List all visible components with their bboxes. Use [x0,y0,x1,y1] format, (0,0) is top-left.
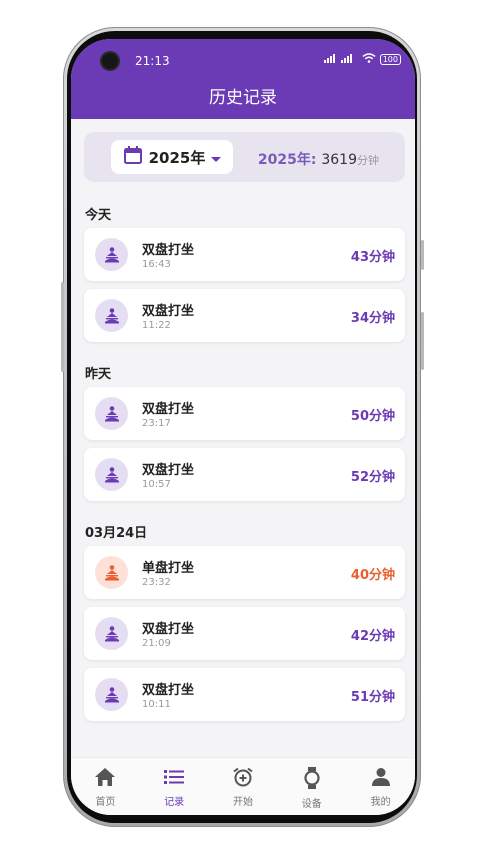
tab-records[interactable]: 记录 [140,758,209,815]
record-card[interactable]: 双盘打坐 11:22 34分钟 [84,289,405,342]
record-card[interactable]: 双盘打坐 10:11 51分钟 [84,668,405,721]
record-card[interactable]: 双盘打坐 21:09 42分钟 [84,607,405,660]
volume-button [61,282,64,372]
tab-start-label: 开始 [232,797,253,808]
record-card[interactable]: 单盘打坐 23:32 40分钟 [84,546,405,599]
tab-home-label: 首页 [95,797,116,808]
dropdown-arrow-icon [211,148,222,167]
signal-icon [323,53,358,66]
meditation-icon [95,238,128,271]
record-time: 10:57 [142,479,171,490]
record-card[interactable]: 双盘打坐 23:17 50分钟 [84,387,405,440]
tab-device-label: 设备 [301,799,322,810]
record-duration: 34分钟 [350,311,395,326]
record-time: 16:43 [142,259,171,270]
meditation-icon [95,458,128,491]
year-selector[interactable]: 2025年 [111,140,233,174]
record-name: 双盘打坐 [142,304,195,319]
meditation-icon [95,556,128,589]
record-name: 双盘打坐 [142,683,195,698]
tab-mine-label: 我的 [370,797,391,808]
record-time: 10:11 [142,699,171,710]
record-duration: 52分钟 [350,470,395,485]
record-duration: 43分钟 [350,250,395,265]
year-total-label: 2025年: [257,152,317,168]
status-icons: 100 [323,53,401,66]
tab-records-label: 记录 [164,797,185,808]
bottom-tab-bar: 首页 记录 开始 设备 我的 [71,757,415,815]
group-header-yesterday: 昨天 [85,367,112,382]
filter-bar: 2025年 2025年: 3619分钟 [84,132,405,182]
year-total: 2025年: 3619分钟 [258,149,379,169]
group-header-today: 今天 [85,208,112,223]
record-name: 双盘打坐 [142,402,195,417]
meditation-icon [95,299,128,332]
page-title: 历史记录 [209,88,277,108]
record-duration: 42分钟 [350,629,395,644]
top-bar: 21:13 100 历史记录 [71,39,415,119]
year-total-unit: 分钟 [357,154,379,167]
status-time: 21:13 [135,54,170,68]
record-time: 21:09 [142,638,171,649]
meditation-icon [95,397,128,430]
record-duration: 50分钟 [350,409,395,424]
record-name: 单盘打坐 [142,561,195,576]
record-name: 双盘打坐 [142,243,195,258]
meditation-icon [95,617,128,650]
record-name: 双盘打坐 [142,463,195,478]
record-card[interactable]: 双盘打坐 16:43 43分钟 [84,228,405,281]
front-camera [102,53,118,69]
tab-mine[interactable]: 我的 [346,758,415,815]
power-button [421,312,424,370]
person-icon [370,767,392,791]
group-header-date: 03月24日 [85,526,148,541]
year-total-value: 3619 [321,152,357,168]
record-time: 23:17 [142,418,171,429]
meditation-icon [95,678,128,711]
tab-home[interactable]: 首页 [71,758,140,815]
battery-icon: 100 [379,54,401,65]
calendar-icon [123,145,143,169]
wifi-icon [362,53,376,66]
record-duration: 40分钟 [350,568,395,583]
alarm-clock-icon [232,767,254,791]
tab-start[interactable]: 开始 [209,758,278,815]
home-icon [94,767,116,791]
record-duration: 51分钟 [350,690,395,705]
list-icon [163,767,185,791]
record-card[interactable]: 双盘打坐 10:57 52分钟 [84,448,405,501]
year-label: 2025年 [148,148,206,167]
watch-icon [301,767,323,793]
record-time: 11:22 [142,320,171,331]
tab-device[interactable]: 设备 [277,758,346,815]
record-time: 23:32 [142,577,171,588]
side-button-top [421,240,424,270]
record-name: 双盘打坐 [142,622,195,637]
app-screen: 21:13 100 历史记录 2025年 2025年: 3619分钟 今天 双盘… [71,39,415,815]
